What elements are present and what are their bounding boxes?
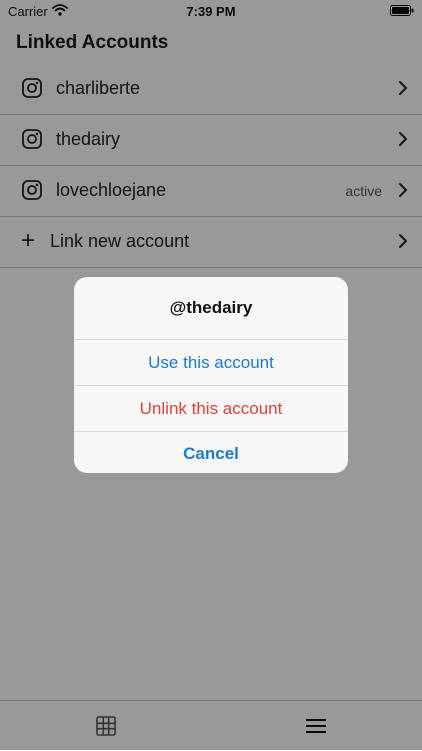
modal-overlay[interactable]: @thedairy Use this account Unlink this a…	[0, 0, 422, 750]
unlink-account-button[interactable]: Unlink this account	[74, 385, 348, 431]
alert-title: @thedairy	[169, 298, 253, 317]
use-account-button[interactable]: Use this account	[74, 339, 348, 385]
account-action-alert: @thedairy Use this account Unlink this a…	[74, 277, 348, 473]
cancel-button[interactable]: Cancel	[74, 431, 348, 473]
